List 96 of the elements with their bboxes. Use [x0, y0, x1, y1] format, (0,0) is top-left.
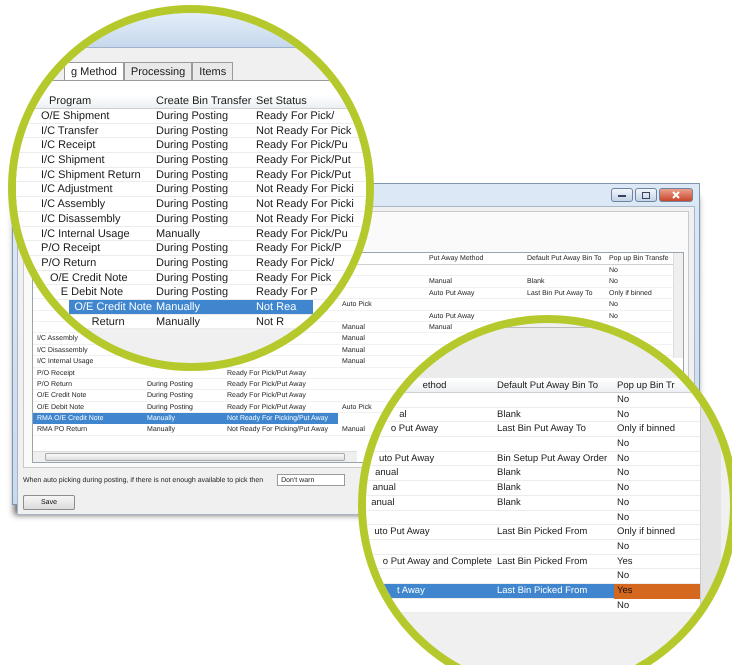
selected-row[interactable]: O/E Credit Note Manually Not Rea — [69, 300, 313, 315]
table-cell-text: During Posting — [155, 197, 230, 212]
table-cell-text: During Posting — [155, 182, 230, 198]
table-cell-text: uto Put Away — [373, 525, 431, 540]
table-cell-text: During Posting — [155, 241, 230, 256]
table-cell-text: P/O Return — [40, 256, 98, 271]
table-cell-text: I/C Adjustment — [40, 182, 114, 198]
table-cell-text: Ready For P — [255, 285, 319, 300]
table-cell-text: No — [616, 540, 630, 554]
table-cell-text: Ready For Pick/ — [255, 256, 336, 271]
tab[interactable]: Processing — [124, 62, 192, 80]
table-cell-text: I/C Shipment — [40, 153, 106, 168]
table-cell-text: During Posting — [155, 285, 230, 300]
table-cell-text: uto Put Away — [378, 452, 436, 466]
vertical-scrollbar[interactable] — [673, 253, 683, 358]
table-cell-text: Return — [90, 314, 126, 330]
table-cell-text: anual — [370, 496, 396, 510]
table-cell-text: Ready For Pick/Pu — [255, 138, 349, 154]
table-cell-text: No — [616, 466, 630, 480]
table-cell-text: al — [398, 408, 408, 422]
table-cell-text: anual — [372, 481, 397, 496]
table-cell-text: Manually — [154, 300, 202, 315]
table-cell-text: Not Ready For Picki — [255, 197, 355, 212]
table-cell-text: t Away — [396, 584, 426, 598]
table-cell-text: O/E Credit Note — [48, 270, 129, 286]
minimize-button[interactable] — [611, 188, 633, 202]
table-cell-text: Not Rea — [254, 300, 298, 315]
table-cell-text: No — [616, 393, 630, 407]
table-cell-text: Only if binned — [616, 422, 676, 436]
table-cell-text: I/C Receipt — [40, 138, 96, 154]
table-cell-text: Only if binned — [616, 525, 676, 540]
table-cell-text: E Debit Note — [60, 285, 124, 300]
table-cell-text: I/C Shipment Return — [40, 168, 142, 182]
table-cell-text: No — [616, 569, 630, 584]
table-cell-text: Last Bin Put Away To — [496, 422, 587, 436]
maximize-button[interactable] — [635, 188, 657, 202]
table-cell-text: Blank — [496, 408, 522, 422]
table-cell-text: Default Put Away Bin To — [496, 379, 600, 393]
table-cell-text: Ready For Pick/ — [255, 109, 336, 124]
table-cell-text: Ready For Pick — [255, 270, 332, 286]
table-cell-text: Ready For Pick/Pu — [255, 226, 349, 242]
table-cell-text: Not Ready For Pick — [255, 124, 352, 138]
table-cell-text: O/E Credit Note — [73, 300, 153, 315]
tab[interactable]: g Method — [64, 62, 124, 80]
table-cell-text: Ready For Pick/Put — [255, 153, 352, 168]
table-cell-text: Ready For Pick/P — [255, 241, 343, 256]
table-cell-text: Bin Setup Put Away Order — [496, 452, 608, 466]
horizontal-scrollbar[interactable] — [33, 451, 357, 462]
table-cell-text: During Posting — [155, 212, 230, 227]
maximize-icon — [642, 192, 650, 198]
table-cell-text: No — [616, 437, 630, 452]
table-cell-text: No — [616, 598, 630, 613]
table-cell-text: ethod — [422, 379, 448, 393]
table-cell-text: Not R — [255, 314, 286, 330]
table-cell-text: Pop up Bin Tr — [616, 379, 676, 393]
table-cell-text: Last Bin Picked From — [496, 584, 588, 598]
table-cell-text: Program — [48, 94, 92, 109]
table-cell-text: During Posting — [155, 270, 230, 286]
table-cell-text: I/C Transfer — [40, 124, 100, 138]
table-cell-text: No — [616, 481, 630, 496]
tab[interactable]: Items — [192, 62, 234, 80]
table-cell-text: Yes — [616, 554, 634, 569]
table-cell-text: No — [616, 452, 630, 466]
table-cell-text: Blank — [496, 481, 522, 496]
close-icon — [672, 191, 680, 199]
table-cell-text: During Posting — [155, 138, 230, 154]
table-cell-text: Set Status — [255, 94, 308, 109]
table-cell-text: Ready For Pick/Put — [255, 168, 352, 182]
table-cell-text: Not Ready For Picki — [255, 212, 355, 227]
table-cell-text: Manually — [155, 314, 202, 330]
table-cell-text: Blank — [496, 466, 522, 480]
table-cell-text: I/C Assembly — [40, 197, 106, 212]
table-cell-text: I/C Internal Usage — [40, 226, 131, 242]
table-cell-text: Create Bin Transfer — [155, 94, 252, 109]
minimize-icon — [618, 194, 626, 196]
table-cell-text: Manually — [155, 226, 202, 242]
table-cell-text: During Posting — [155, 109, 230, 124]
table-cell-text: During Posting — [155, 153, 230, 168]
table-cell-text: Not Ready For Picki — [255, 182, 355, 198]
table-cell-text: Blank — [496, 496, 522, 510]
table-cell-text: No — [616, 496, 630, 510]
table-cell-text: During Posting — [155, 168, 230, 182]
table-cell-text: O/E Shipment — [40, 109, 110, 124]
table-cell-text: No — [616, 408, 630, 422]
table-cell-text: Last Bin Picked From — [496, 525, 588, 540]
table-cell-text: During Posting — [155, 124, 230, 138]
table-cell-text: During Posting — [155, 256, 230, 271]
table-cell-text: o Put Away and Complete — [382, 554, 493, 569]
close-button[interactable] — [659, 188, 693, 202]
table-cell-text: I/C Disassembly — [40, 212, 122, 227]
table-cell-text: Last Bin Picked From — [496, 554, 588, 569]
table-cell-text: No — [616, 510, 630, 524]
table-cell-text: o Put Away — [390, 422, 440, 436]
highlighted-cell: Yes — [614, 584, 700, 599]
table-cell-text: anual — [374, 466, 400, 480]
table-cell-text: P/O Receipt — [40, 241, 102, 256]
